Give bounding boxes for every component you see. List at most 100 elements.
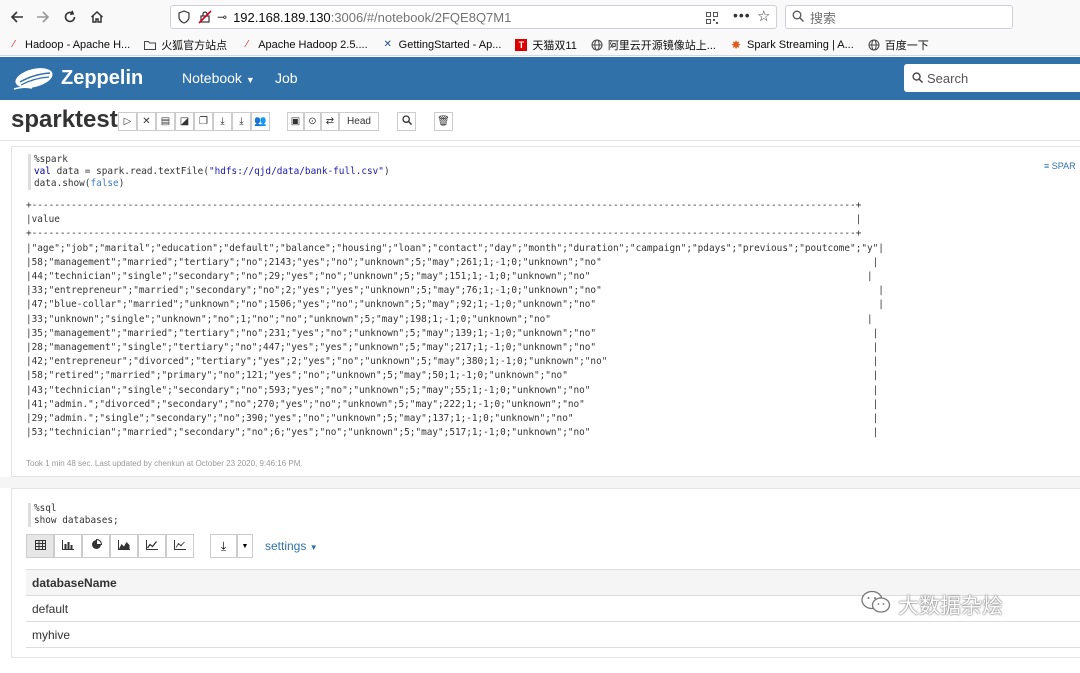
notebook-menu[interactable]: Notebook ▼ [182,70,255,86]
code-editor[interactable]: %sql show databases; [28,503,119,527]
export-button[interactable]: ⤓ [213,112,232,131]
output-line: |58;"retired";"married";"primary";"no";1… [26,370,879,382]
insecure-lock-icon[interactable] [198,10,212,24]
permissions-button[interactable]: 👥 [251,112,270,131]
bookmark-star-icon[interactable]: ☆ [757,7,770,25]
key-icon[interactable]: ⊸ [217,10,227,24]
notebook-title[interactable]: sparktest [11,106,118,134]
toggle-output-button[interactable]: ▤ [156,112,175,131]
output-line: |58;"management";"married";"tertiary";"n… [26,256,879,268]
shield-icon[interactable] [178,10,190,24]
visualization-toolbar [26,534,194,558]
zeppelin-logo-icon[interactable] [12,64,56,94]
code-line: show databases; [34,515,119,526]
settings-toggle[interactable]: settings ▼ [265,539,318,553]
browser-search-input[interactable]: 搜索 [785,5,1013,29]
zeppelin-search-input[interactable]: Search [904,64,1080,92]
output-line: |47;"blue-collar";"married";"unknown";"n… [26,299,884,311]
search-code-button[interactable] [397,112,416,131]
code-line: ) [118,178,125,189]
globe-icon [868,39,880,51]
copy-icon: ❐ [199,116,208,127]
output-line: |41;"admin.";"divorced";"secondary";"no"… [26,398,879,410]
code-line: data.show( [34,178,91,189]
interpreter-label[interactable]: ≡ SPAR [1044,161,1076,171]
download-button[interactable]: ⤓ [210,534,237,558]
bookmark-item[interactable]: ⁄ Hadoop - Apache H... [8,39,130,51]
bookmark-label: Apache Hadoop 2.5.... [258,38,368,51]
bookmark-item[interactable]: 阿里云开源镜像站上... [591,37,716,53]
job-link[interactable]: Job [275,70,298,86]
output-line: |value | [26,214,862,226]
revision-switch-button[interactable]: ⇄ [321,112,339,131]
page-actions-icon[interactable]: ••• [733,7,751,23]
download-dropdown-button[interactable]: ▼ [237,534,253,558]
caret-down-icon: ▼ [241,542,249,550]
output-line: |43;"technician";"single";"secondary";"n… [26,384,879,396]
header-divider [0,140,1080,141]
line-chart-icon [146,537,158,555]
table-view-button[interactable] [26,534,54,558]
download-icon: ⤓ [220,538,227,553]
browser-search-placeholder: 搜索 [810,10,837,26]
delete-notebook-button[interactable]: 🗑 [434,112,453,131]
pie-chart-icon [91,537,102,555]
output-line: +---------------------------------------… [26,228,862,240]
qr-code-icon[interactable] [706,11,718,29]
scatter-chart-icon [174,537,186,555]
toggle-code-button[interactable]: ✕ [137,112,156,131]
url-bar[interactable]: ⊸ 192.168.189.130:3006/#/notebook/2FQE8Q… [170,5,777,29]
output-line: |29;"admin.";"single";"secondary";"no";3… [26,413,879,425]
settings-label: settings [265,539,307,553]
home-icon[interactable] [86,6,108,28]
trash-icon: 🗑 [437,116,450,127]
bookmark-item[interactable]: T 天猫双11 [515,37,577,53]
users-icon: 👥 [254,116,267,127]
clone-button[interactable]: ❐ [194,112,213,131]
download-icon: ⤓ [220,116,225,127]
clear-output-button[interactable]: ◪ [175,112,194,131]
bookmark-label: GettingStarted - Ap... [398,38,502,51]
version-control-button[interactable]: ⤓ [232,112,251,131]
area-chart-icon [118,537,130,555]
run-all-button[interactable]: ▷ [118,112,137,131]
url-path: :3006/#/notebook/2FQE8Q7M1 [330,9,512,25]
line-chart-button[interactable] [138,534,166,558]
watermark-text: 大数据杂烩 [898,595,1003,618]
code-string: "hdfs://qjd/data/bank-full.csv" [208,166,384,177]
column-header: databaseName [32,575,117,590]
notebook-revision-button[interactable]: ▣ [287,112,304,131]
notebook-menu-label: Notebook [182,70,242,86]
pie-chart-button[interactable] [82,534,110,558]
bookmark-label: 阿里云开源镜像站上... [607,39,716,52]
paragraph-spark: ≡ SPAR %spark val data = spark.read.text… [11,146,1080,477]
bookmark-label: Spark Streaming | A... [746,38,854,51]
bookmark-item[interactable]: ⁄ Apache Hadoop 2.5.... [241,39,367,51]
exchange-icon: ⇄ [325,116,335,127]
output-line: +---------------------------------------… [26,200,862,211]
zeppelin-title[interactable]: Zeppelin [61,67,143,90]
forward-icon[interactable] [32,6,54,28]
back-icon[interactable] [6,6,28,28]
scatter-chart-button[interactable] [166,534,194,558]
compare-revision-button[interactable]: ⊙ [304,112,321,131]
result-table: databaseName default myhive [26,569,1080,673]
bookmark-item[interactable]: ✕ GettingStarted - Ap... [382,38,502,51]
head-button[interactable]: Head [339,112,379,131]
search-icon [401,115,412,128]
circle-icon: ⊙ [308,116,317,127]
bookmark-item[interactable]: ✸ Spark Streaming | A... [730,38,854,52]
area-chart-button[interactable] [110,534,138,558]
output-line: |53;"technician";"married";"secondary";"… [26,427,879,439]
code-editor[interactable]: %spark val data = spark.read.textFile("h… [28,154,390,190]
paragraph-gap [0,477,1080,488]
code-line: %spark [34,154,68,165]
output-line: |33;"entrepreneur";"married";"secondary"… [26,285,884,297]
bookmark-item[interactable]: 百度一下 [868,37,929,53]
bookmark-item[interactable]: 火狐官方站点 [144,37,227,53]
reload-icon[interactable] [59,6,81,28]
bar-chart-button[interactable] [54,534,82,558]
interpreter-name: SPAR [1051,161,1076,171]
folder-icon [144,39,157,51]
url-host: 192.168.189.130 [233,9,331,25]
